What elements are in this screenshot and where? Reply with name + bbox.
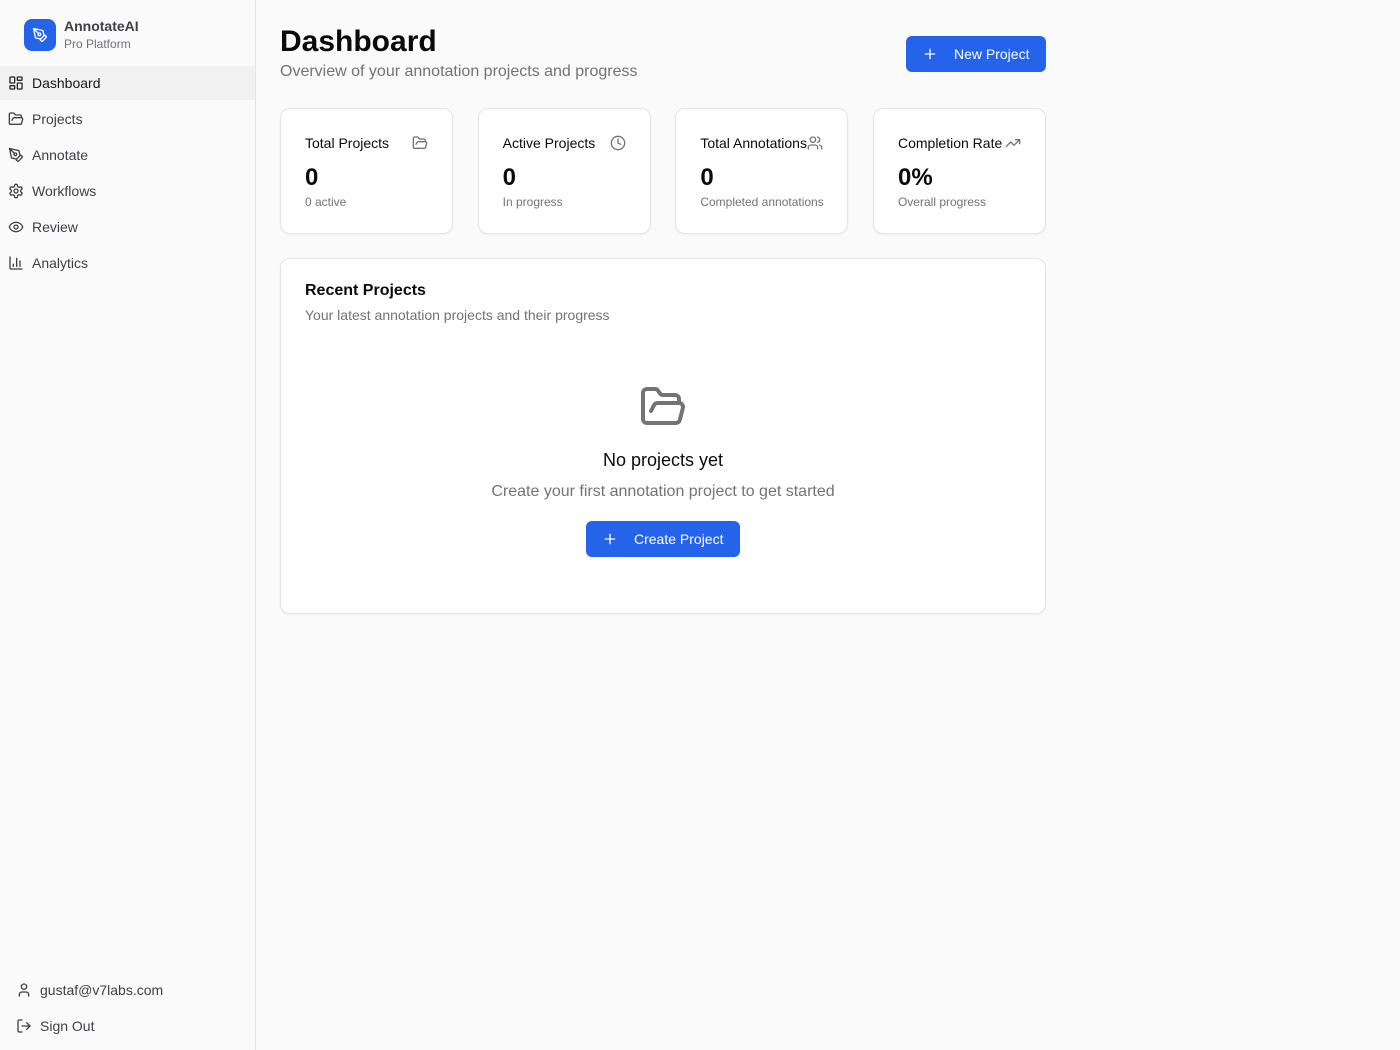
trending-up-icon [1005, 139, 1021, 147]
eye-icon [8, 221, 24, 233]
sidebar-item-review[interactable]: Review [0, 210, 255, 244]
stat-label: Total Projects [305, 135, 390, 151]
stat-label: Active Projects [502, 135, 596, 151]
stat-card-total-projects: Total Projects 0 0 active [280, 108, 453, 234]
stat-value: 0 [502, 164, 517, 191]
sign-out-button[interactable]: Sign Out [16, 1008, 246, 1044]
sidebar-item-label: Annotate [32, 147, 89, 163]
user-icon [18, 983, 30, 997]
plus-icon [924, 48, 936, 60]
stat-card-active-projects: Active Projects 0 In progress [477, 108, 651, 234]
user-account[interactable]: gustaf@v7labs.com [16, 972, 246, 1008]
recent-projects-subtitle: Your latest annotation projects and thei… [305, 307, 610, 323]
stats-row: Total Projects 0 0 active Active Project… [280, 108, 1046, 234]
folder-open-icon [641, 387, 685, 425]
folder-icon [412, 136, 428, 149]
folder-icon [8, 112, 24, 125]
recent-projects-card: Recent Projects Your latest annotation p… [280, 258, 1046, 614]
recent-projects-title: Recent Projects [305, 282, 426, 299]
users-icon [807, 136, 823, 150]
create-project-label: Create Project [634, 531, 724, 547]
pen-tool-icon [8, 147, 24, 163]
page-subtitle: Overview of your annotation projects and… [280, 63, 638, 80]
stat-note: 0 active [305, 195, 347, 209]
bar-chart-icon [9, 256, 23, 270]
sign-out-label: Sign Out [40, 1018, 95, 1034]
stat-note: Completed annotations [700, 195, 824, 209]
sidebar-item-analytics[interactable]: Analytics [0, 246, 255, 280]
empty-state-subtitle: Create your first annotation project to … [491, 483, 835, 500]
sidebar-item-label: Workflows [32, 183, 97, 199]
new-project-button[interactable]: New Project [906, 36, 1046, 72]
new-project-label: New Project [954, 46, 1030, 62]
sidebar-nav: Dashboard Projects Annotate Workflows Re… [0, 66, 255, 282]
brand-subtitle: Pro Platform [64, 37, 131, 51]
pen-tool-icon [24, 19, 56, 51]
clock-icon [610, 135, 625, 151]
sidebar-item-label: Dashboard [32, 75, 101, 91]
empty-state: No projects yet Create your first annota… [281, 383, 1045, 501]
sidebar-item-label: Projects [32, 111, 83, 127]
sidebar-item-annotate[interactable]: Annotate [0, 138, 255, 172]
stat-value: 0 [700, 164, 714, 191]
sidebar-item-label: Analytics [32, 255, 89, 271]
sidebar-item-projects[interactable]: Projects [0, 102, 255, 136]
create-project-button[interactable]: Create Project [586, 521, 740, 557]
grid-icon [9, 76, 23, 90]
brand-name: AnnotateAI [64, 18, 139, 34]
empty-state-title: No projects yet [602, 450, 724, 470]
page-title: Dashboard [280, 25, 437, 58]
stat-value: 0% [897, 164, 933, 191]
log-out-icon [17, 1019, 31, 1033]
stat-label: Completion Rate [897, 135, 1003, 151]
user-email: gustaf@v7labs.com [40, 982, 164, 998]
stat-card-completion-rate: Completion Rate 0% Overall progress [872, 108, 1046, 234]
stat-value: 0 [305, 164, 319, 191]
gear-icon [9, 183, 23, 199]
sidebar-footer: gustaf@v7labs.com Sign Out [16, 972, 246, 1044]
stat-card-total-annotations: Total Annotations 0 Completed annotation… [675, 108, 849, 234]
stat-label: Total Annotations [700, 135, 807, 151]
stat-note: In progress [502, 195, 563, 209]
plus-icon [604, 533, 616, 545]
sidebar-item-label: Review [32, 219, 78, 235]
brand[interactable]: AnnotateAI Pro Platform [24, 18, 139, 52]
stat-note: Overall progress [897, 195, 986, 209]
sidebar-item-dashboard[interactable]: Dashboard [0, 66, 255, 100]
sidebar-item-workflows[interactable]: Workflows [0, 174, 255, 208]
sidebar: AnnotateAI Pro Platform Dashboard Projec… [0, 0, 256, 1050]
